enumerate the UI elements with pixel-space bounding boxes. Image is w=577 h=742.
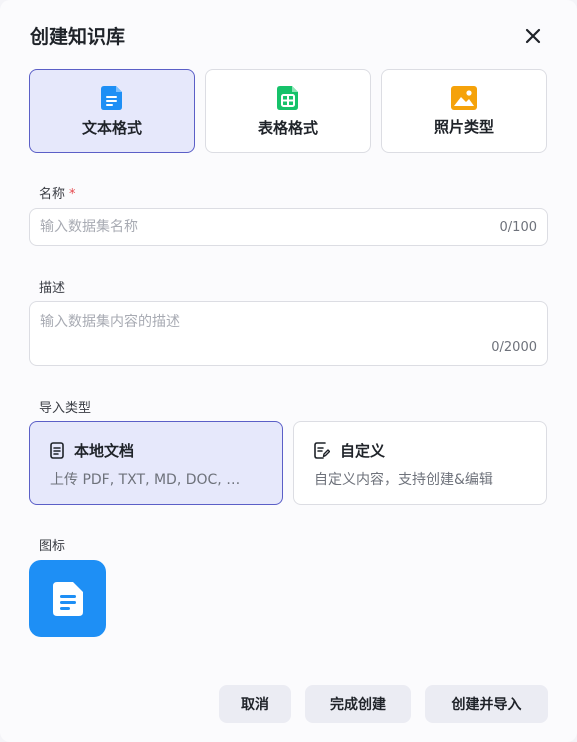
import-option-local-document[interactable]: 本地文档 上传 PDF, TXT, MD, DOC, … [29,421,283,505]
description-input[interactable] [40,311,530,347]
create-knowledge-base-dialog: 创建知识库 文本格式 表格格式 照片类型 名称 * 输入数据集名称 0/100 … [0,0,577,742]
import-option-custom[interactable]: 自定义 自定义内容，支持创建&编辑 [293,421,547,505]
import-option-description: 上传 PDF, TXT, MD, DOC, … [50,472,241,488]
close-button[interactable] [522,25,544,47]
format-card-label: 照片类型 [433,117,494,136]
image-icon [451,85,477,110]
import-option-title: 自定义 [340,442,386,460]
close-icon [525,28,541,44]
import-type-label: 导入类型 [39,401,92,416]
finish-create-button[interactable]: 完成创建 [305,685,411,723]
format-card-image[interactable]: 照片类型 [381,69,547,153]
icon-picker[interactable] [29,560,106,637]
import-option-header: 本地文档 [50,440,134,461]
format-card-table[interactable]: 表格格式 [205,69,371,153]
import-option-title: 本地文档 [74,442,135,460]
description-counter: 0/2000 [491,340,537,355]
required-mark: * [69,187,76,202]
format-card-text[interactable]: 文本格式 [29,69,195,153]
text-doc-icon [101,85,122,110]
table-icon [277,85,298,110]
name-input-box: 0/100 [29,208,548,246]
name-field-label: 名称 * [39,187,76,202]
format-card-label: 表格格式 [257,118,318,137]
create-and-import-button[interactable]: 创建并导入 [425,685,548,723]
document-icon [50,442,64,459]
name-counter: 0/100 [499,220,537,235]
import-option-header: 自定义 [314,440,385,461]
icon-field-label: 图标 [39,539,66,554]
format-card-label: 文本格式 [81,118,142,137]
document-icon [52,581,83,616]
import-option-description: 自定义内容，支持创建&编辑 [314,472,493,488]
description-field-label: 描述 [39,281,66,296]
dialog-title: 创建知识库 [30,26,126,48]
description-input-box: 0/2000 [29,301,548,366]
edit-doc-icon [314,442,330,459]
cancel-button[interactable]: 取消 [219,685,291,723]
name-input[interactable] [40,209,480,245]
